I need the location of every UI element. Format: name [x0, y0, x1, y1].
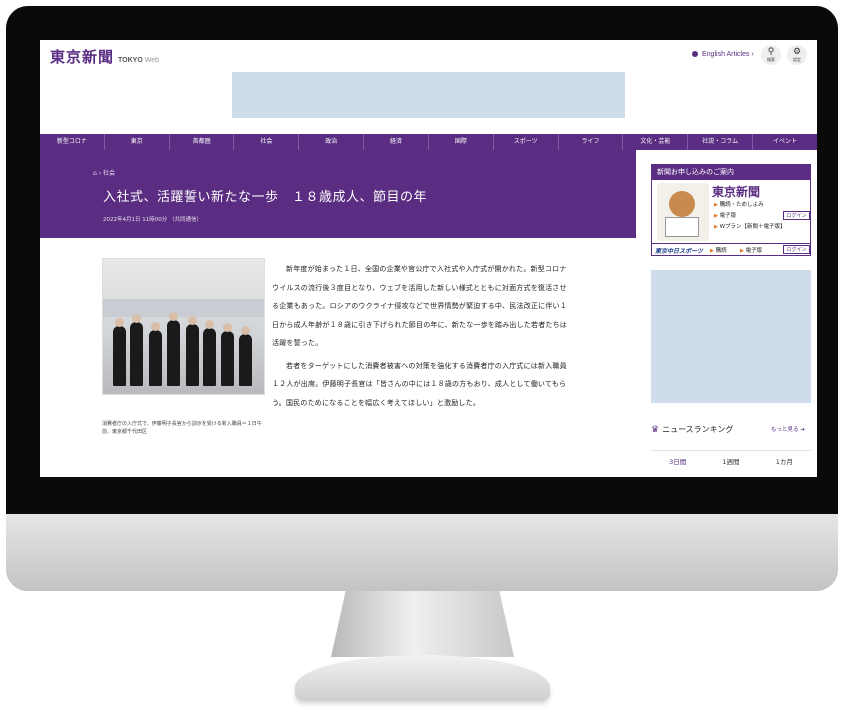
subscription-promo[interactable]: 新聞お申し込みのご案内 東京新聞 ▶ 購読・ためしよみ ▶ 電子版 ログイン ▶…: [651, 164, 811, 256]
main-nav: 新型コロナ 東京 首都圏 社会 政治 経済 国際 スポーツ ライフ 文化・芸能 …: [40, 134, 817, 150]
logo-text: 東京新聞: [50, 48, 115, 66]
ranking-header: ♛ ニュースランキング もっと見る ➜: [651, 424, 811, 435]
article-date: 2022年4月1日 11時00分 （共同通信）: [103, 217, 202, 223]
photo-caption: 消費者庁の入庁式で、伊藤明子長官から訓示を受ける新入職員＝１日午前、東京都千代田…: [102, 421, 262, 435]
promo-logo: 東京新聞: [712, 185, 761, 199]
promo-item-label: Wプラン【新聞＋電子版】: [719, 224, 786, 230]
monitor-chin: [6, 514, 838, 591]
browser-screen: 東京新聞 TOKYO Web English Articles › ⚲ 検索 ⚙ 設定…: [40, 40, 817, 477]
article-header: ⌂ › 社会 入社式、活躍誓い新たな一歩 １８歳成人、節目の年 2022年4月1…: [40, 150, 636, 238]
monitor-stand: [331, 591, 514, 657]
login-button[interactable]: ログイン: [783, 211, 810, 220]
nav-item[interactable]: 東京: [105, 134, 170, 150]
nav-item[interactable]: イベント: [753, 134, 817, 150]
ranking-tabs: 3日間 1週間 1カ月: [651, 450, 811, 477]
sports-item[interactable]: ▶ 購読: [710, 246, 727, 254]
sports-login-button[interactable]: ログイン: [783, 245, 810, 254]
promo-item[interactable]: ▶ 購読・ためしよみ: [714, 200, 764, 208]
promo-title: 新聞お申し込みのご案内: [652, 165, 810, 180]
nav-item[interactable]: 国際: [429, 134, 494, 150]
site-logo[interactable]: 東京新聞 TOKYO Web: [50, 46, 159, 67]
ranking-tab[interactable]: 3日間: [651, 451, 704, 477]
photo-person: [221, 323, 234, 386]
article-paragraph: 新年度が始まった１日、全国の企業や官公庁で入社式や入庁式が開かれた。新型コロナウ…: [272, 265, 567, 347]
mascot-newspaper: [665, 217, 699, 237]
nav-item[interactable]: 社会: [234, 134, 300, 150]
photo-person: [203, 320, 216, 386]
photo-person: [113, 318, 126, 386]
home-icon[interactable]: ⌂: [93, 170, 97, 177]
ranking-title: ニュースランキング: [662, 425, 734, 434]
ranking-more-link[interactable]: もっと見る ➜: [771, 425, 805, 433]
photo-person: [186, 316, 199, 386]
sidebar-ad[interactable]: [651, 270, 811, 403]
settings-button[interactable]: ⚙ 設定: [787, 45, 807, 65]
crown-icon: ♛: [651, 425, 660, 435]
search-icon: ⚲: [767, 46, 775, 56]
banner-ad[interactable]: [232, 72, 625, 118]
sports-item[interactable]: ▶ 電子版: [740, 246, 762, 254]
nav-item[interactable]: 文化・芸能: [623, 134, 689, 150]
photo-person: [130, 314, 143, 386]
mascot-image: [657, 183, 709, 241]
breadcrumb-category[interactable]: 社会: [103, 170, 115, 177]
nav-item[interactable]: 社説・コラム: [688, 134, 754, 150]
nav-item[interactable]: スポーツ: [494, 134, 559, 150]
ranking-tab[interactable]: 1週間: [704, 451, 757, 477]
nav-item[interactable]: 首都圏: [170, 134, 235, 150]
breadcrumb: ⌂ › 社会: [93, 170, 116, 177]
photo-person: [239, 326, 252, 386]
nav-item[interactable]: ライフ: [559, 134, 624, 150]
nav-item[interactable]: 新型コロナ: [40, 134, 105, 150]
promo-item-label: 電子版: [719, 213, 737, 219]
monitor-base: [295, 655, 550, 701]
english-label: English Articles: [702, 51, 750, 58]
settings-label: 設定: [793, 57, 801, 62]
article-paragraph: 若者をターゲットにした消費者被害への対策を強化する消費者庁の入庁式には新入職員１…: [272, 361, 567, 407]
search-label: 検索: [767, 57, 775, 62]
photo-wall: [103, 299, 264, 317]
globe-icon: [692, 51, 698, 57]
ranking-tab[interactable]: 1カ月: [758, 451, 811, 477]
promo-item[interactable]: ▶ 電子版: [714, 211, 736, 219]
sports-promo: 東京中日スポーツ ▶ 購読 ▶ 電子版 ログイン: [652, 243, 810, 256]
sports-logo[interactable]: 東京中日スポーツ: [655, 246, 703, 255]
article-body: 新年度が始まった１日、全国の企業や官公庁で入社式や入庁式が開かれた。新型コロナウ…: [272, 260, 572, 412]
logo-web: Web: [144, 57, 160, 64]
article-title: 入社式、活躍誓い新たな一歩 １８歳成人、節目の年: [103, 190, 428, 205]
search-button[interactable]: ⚲ 検索: [761, 45, 781, 65]
sports-item-label: 電子版: [745, 248, 763, 254]
logo-sub: TOKYO: [118, 57, 143, 64]
promo-item[interactable]: ▶ Wプラン【新聞＋電子版】: [714, 222, 786, 230]
photo-person: [149, 322, 162, 386]
nav-item[interactable]: 政治: [299, 134, 365, 150]
promo-item-label: 購読・ためしよみ: [719, 202, 764, 208]
photo-person: [167, 312, 180, 386]
sports-item-label: 購読: [715, 248, 727, 254]
mascot-face: [669, 191, 695, 217]
nav-item[interactable]: 経済: [364, 134, 429, 150]
ranking-more-label: もっと見る: [771, 427, 799, 433]
article-photo[interactable]: [102, 258, 265, 395]
english-articles-link[interactable]: English Articles ›: [692, 51, 754, 58]
gear-icon: ⚙: [792, 46, 802, 56]
